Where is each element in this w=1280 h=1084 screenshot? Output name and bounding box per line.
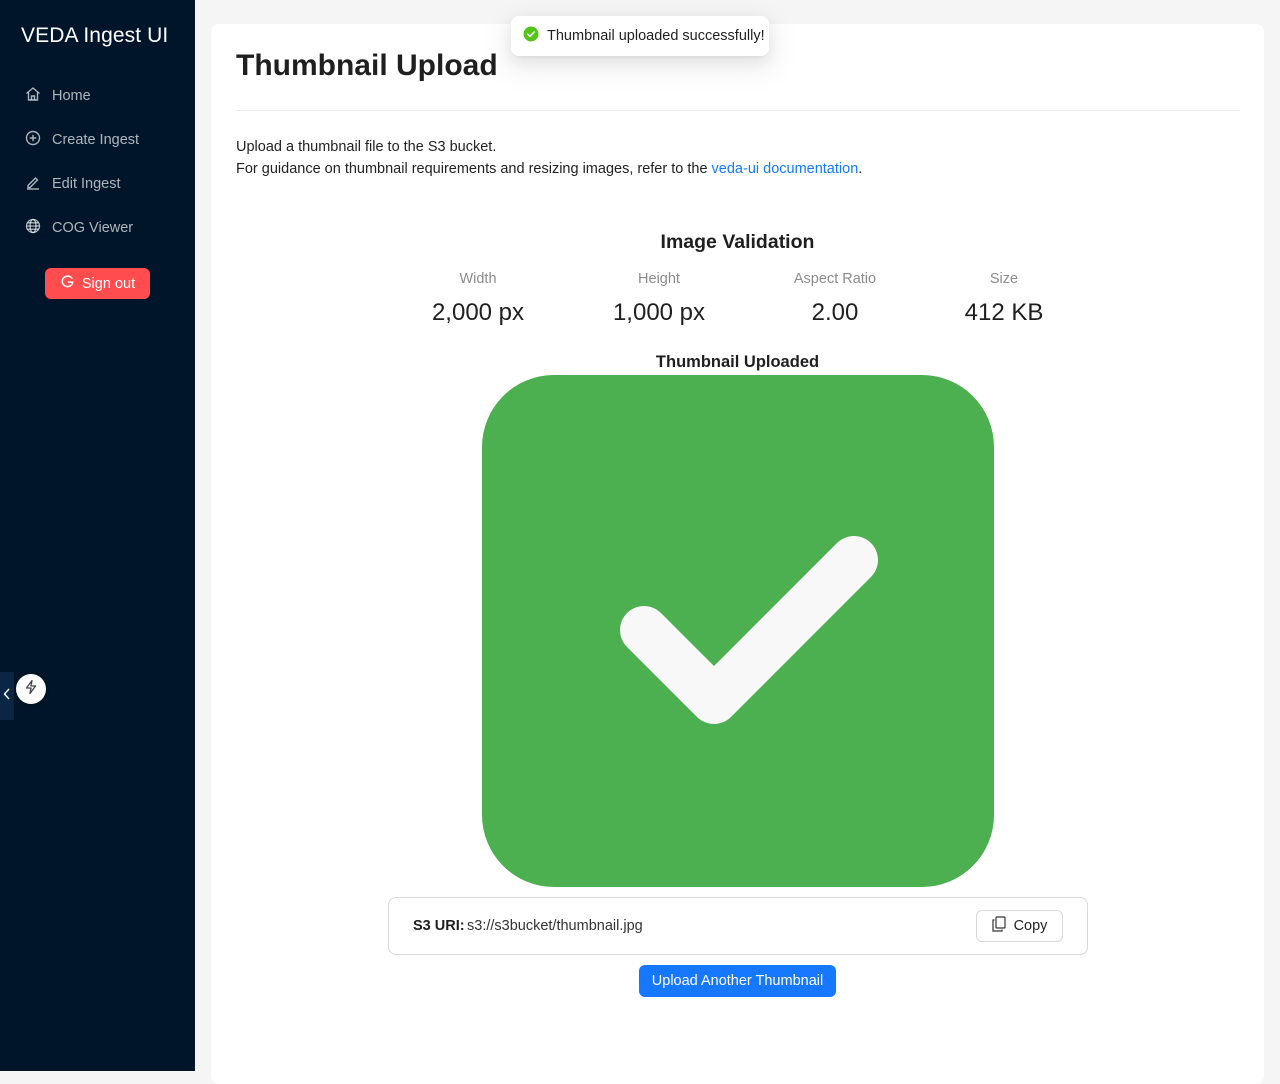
page-title: Thumbnail Upload [236,49,498,82]
s3-uri-box: S3 URI: s3://s3bucket/thumbnail.jpg Copy [388,897,1088,955]
sidebar-collapse-toggle[interactable] [0,672,14,720]
sidebar-item-label: Create Ingest [52,132,140,148]
sidebar-item-edit-ingest[interactable]: Edit Ingest [24,172,121,196]
veda-ui-documentation-link[interactable]: veda-ui documentation [712,161,859,177]
copy-icon [991,916,1006,936]
home-icon [24,85,42,107]
thumbnail-preview-image [482,375,994,887]
chevron-left-icon [2,687,12,706]
page-description: Upload a thumbnail file to the S3 bucket… [236,136,862,180]
stat-value: 2.00 [811,299,859,326]
thumbnail-uploaded-title: Thumbnail Uploaded [655,353,820,371]
edit-icon [24,173,42,195]
s3-uri-label: S3 URI: [413,918,465,934]
sidebar-item-label: COG Viewer [52,220,134,236]
checkmark-icon [620,536,878,724]
stat-value: 1,000 px [612,299,706,326]
sidebar-item-label: Edit Ingest [52,176,121,192]
description-text: For guidance on thumbnail requirements a… [236,161,712,177]
description-line-2: For guidance on thumbnail requirements a… [236,158,862,180]
sidebar-item-cog-viewer[interactable]: COG Viewer [24,216,133,240]
stat-height: Height 1,000 px [579,268,739,328]
lightning-icon [23,679,39,700]
image-validation-title: Image Validation [660,231,815,253]
stat-value: 2,000 px [431,299,525,326]
plus-circle-icon [24,129,42,151]
stat-label: Height [638,271,680,287]
stat-size: Size 412 KB [924,268,1084,328]
copy-button[interactable]: Copy [976,910,1063,942]
globe-icon [24,217,42,239]
check-circle-icon [523,26,539,46]
floating-action-button[interactable] [16,674,46,704]
stat-label: Size [989,271,1019,287]
main-card: Thumbnail Upload Upload a thumbnail file… [211,24,1264,1084]
stat-width: Width 2,000 px [398,268,558,328]
sidebar-item-create-ingest[interactable]: Create Ingest [24,128,139,152]
sign-out-button[interactable]: Sign out [45,268,150,299]
stat-value: 412 KB [964,299,1044,326]
description-line-1: Upload a thumbnail file to the S3 bucket… [236,139,497,155]
google-icon [60,274,75,293]
sidebar-item-label: Home [52,88,91,104]
divider [235,110,1240,111]
sign-out-label: Sign out [81,275,136,292]
sidebar: VEDA Ingest UI Home Create Ingest Edit I… [0,0,195,1071]
sidebar-item-home[interactable]: Home [24,84,91,108]
stat-label: Width [459,271,497,287]
description-period: . [858,161,863,177]
app-brand: VEDA Ingest UI [21,24,169,47]
toast-message: Thumbnail uploaded successfully! [547,28,765,44]
copy-label: Copy [1013,918,1048,934]
stat-aspect-ratio: Aspect Ratio 2.00 [755,268,915,328]
s3-uri-value: s3://s3bucket/thumbnail.jpg [467,918,643,934]
success-toast: Thumbnail uploaded successfully! [511,16,769,56]
upload-another-thumbnail-button[interactable]: Upload Another Thumbnail [639,965,836,997]
stat-label: Aspect Ratio [793,271,877,287]
